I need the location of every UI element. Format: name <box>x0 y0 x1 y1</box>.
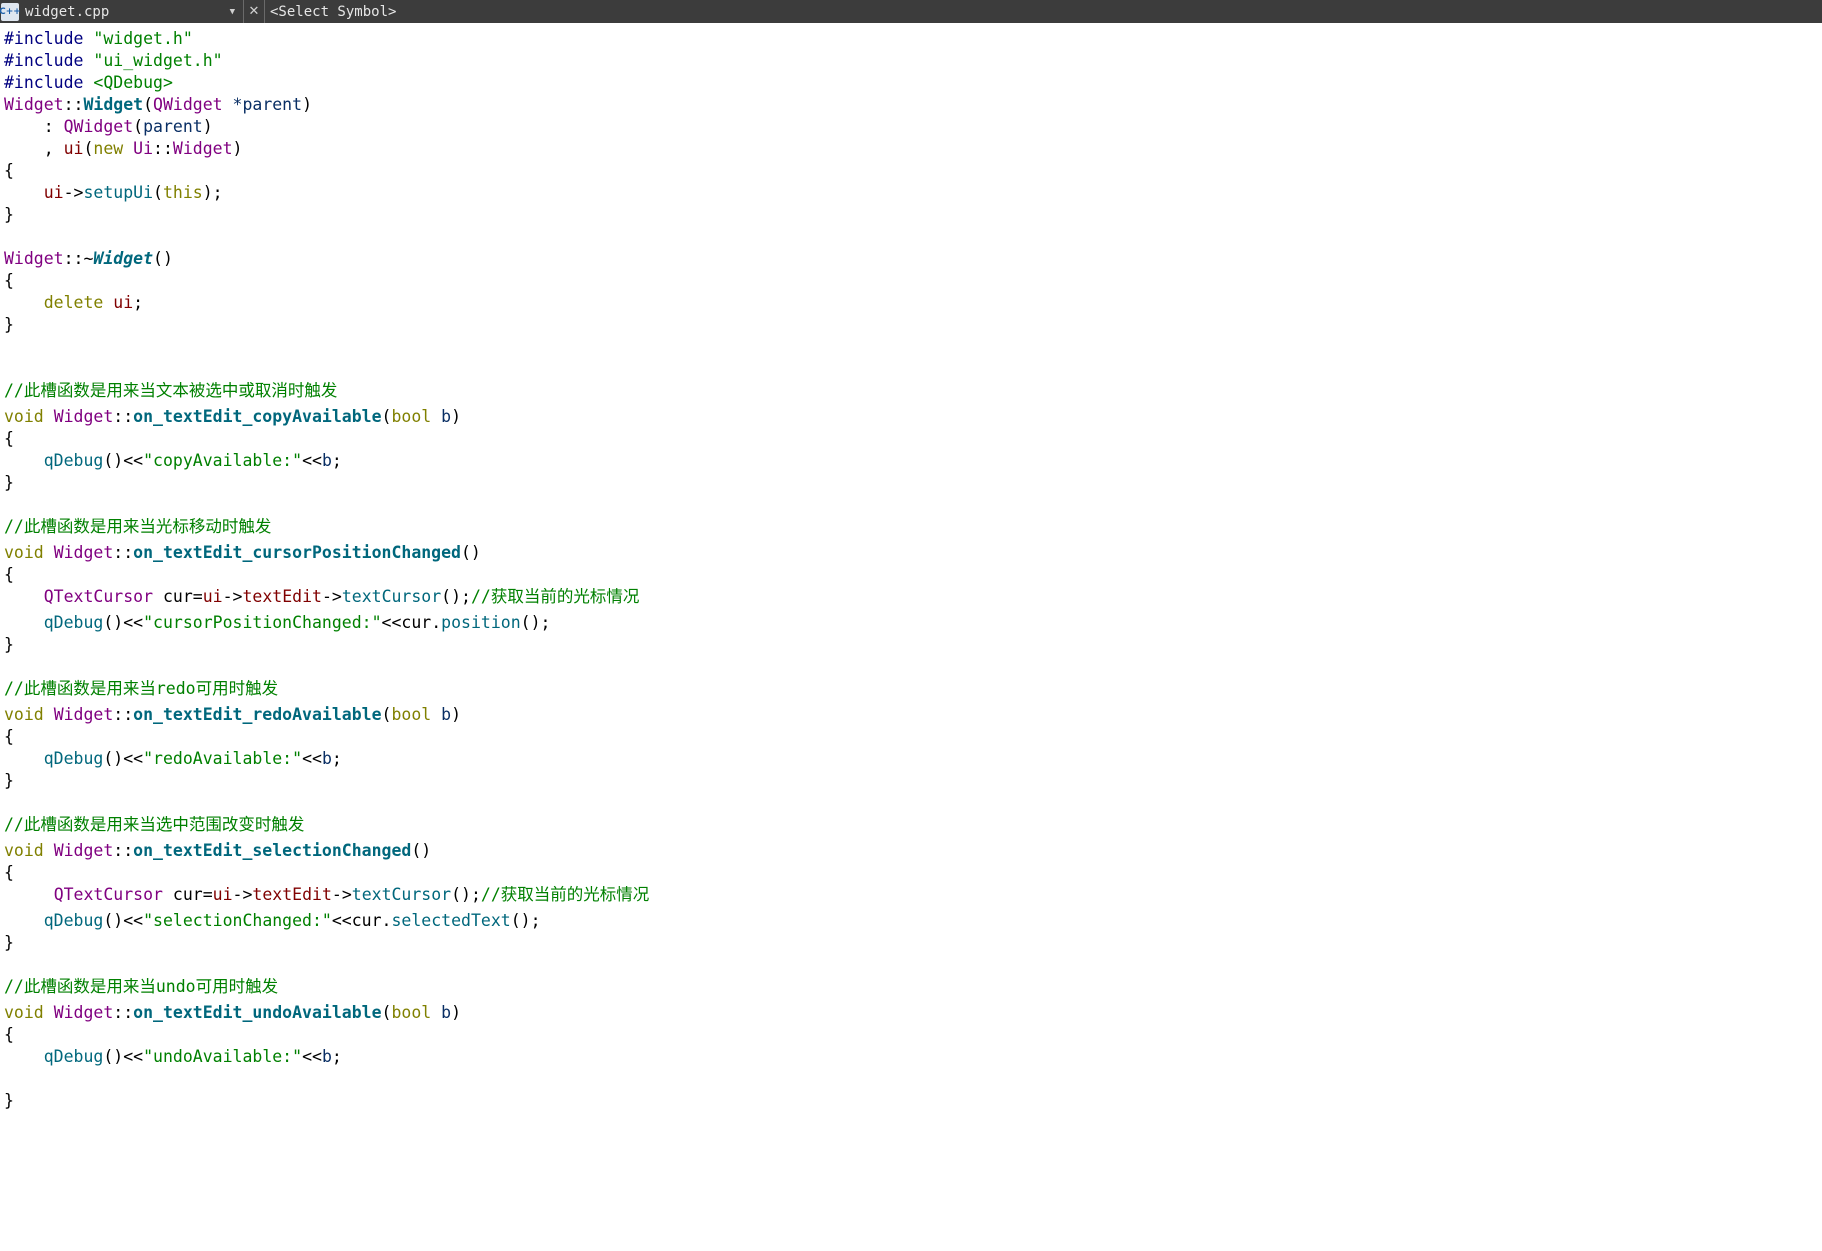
code-line: qDebug()<<"undoAvailable:"<<b; <box>43 1047 342 1066</box>
code-line: { <box>4 727 14 746</box>
code-line: } <box>4 205 14 224</box>
code-line: } <box>4 771 14 790</box>
code-line: //此槽函数是用来当文本被选中或取消时触发 <box>4 381 338 400</box>
code-line: void Widget::on_textEdit_copyAvailable(b… <box>4 407 462 426</box>
code-line: void Widget::on_textEdit_selectionChange… <box>4 841 432 860</box>
code-line: //此槽函数是用来当选中范围改变时触发 <box>4 815 305 834</box>
code-line: { <box>4 565 14 584</box>
code-line: qDebug()<<"cursorPositionChanged:"<<cur.… <box>43 613 551 632</box>
code-line: } <box>4 315 14 334</box>
code-editor[interactable]: #include "widget.h" #include "ui_widget.… <box>4 28 1814 1112</box>
symbol-selector[interactable]: <Select Symbol> <box>265 4 396 20</box>
code-line: } <box>4 473 14 492</box>
code-line: delete ui; <box>43 293 144 312</box>
code-line: { <box>4 863 14 882</box>
code-line: //此槽函数是用来当光标移动时触发 <box>4 517 272 536</box>
code-line: #include "ui_widget.h" <box>4 51 223 70</box>
code-line: //此槽函数是用来当undo可用时触发 <box>4 977 279 996</box>
code-line: } <box>4 635 14 654</box>
cpp-file-icon: C++ <box>0 2 21 21</box>
code-line: QTextCursor cur=ui->textEdit->textCursor… <box>43 587 640 606</box>
code-line: { <box>4 161 14 180</box>
editor-toolbar: C++ widget.cpp ▼ ✕ <Select Symbol> <box>0 0 1822 23</box>
chevron-down-icon: ▼ <box>229 6 235 17</box>
code-line: Widget::Widget(QWidget *parent) <box>4 95 312 114</box>
code-line: void Widget::on_textEdit_cursorPositionC… <box>4 543 481 562</box>
open-file-selector[interactable]: widget.cpp ▼ <box>19 0 243 23</box>
file-name: widget.cpp <box>25 3 110 20</box>
code-line: { <box>4 271 14 290</box>
code-line: QTextCursor cur=ui->textEdit->textCursor… <box>53 885 650 904</box>
code-line: qDebug()<<"selectionChanged:"<<cur.selec… <box>43 911 541 930</box>
code-line: Widget::~Widget() <box>4 249 173 268</box>
code-line: void Widget::on_textEdit_redoAvailable(b… <box>4 705 462 724</box>
code-line: qDebug()<<"copyAvailable:"<<b; <box>43 451 342 470</box>
code-line: { <box>4 429 14 448</box>
code-line: qDebug()<<"redoAvailable:"<<b; <box>43 749 342 768</box>
code-line: void Widget::on_textEdit_undoAvailable(b… <box>4 1003 462 1022</box>
code-line: #include <QDebug> <box>4 73 173 92</box>
code-line: : QWidget(parent) <box>4 117 213 136</box>
code-line: { <box>4 1025 14 1044</box>
code-line: , ui(new Ui::Widget) <box>4 139 243 158</box>
code-line: } <box>4 933 14 952</box>
code-line: ui->setupUi(this); <box>43 183 223 202</box>
code-line: } <box>4 1091 14 1110</box>
close-document-button[interactable]: ✕ <box>243 0 265 23</box>
code-line: #include "widget.h" <box>4 29 193 48</box>
code-line: //此槽函数是用来当redo可用时触发 <box>4 679 279 698</box>
